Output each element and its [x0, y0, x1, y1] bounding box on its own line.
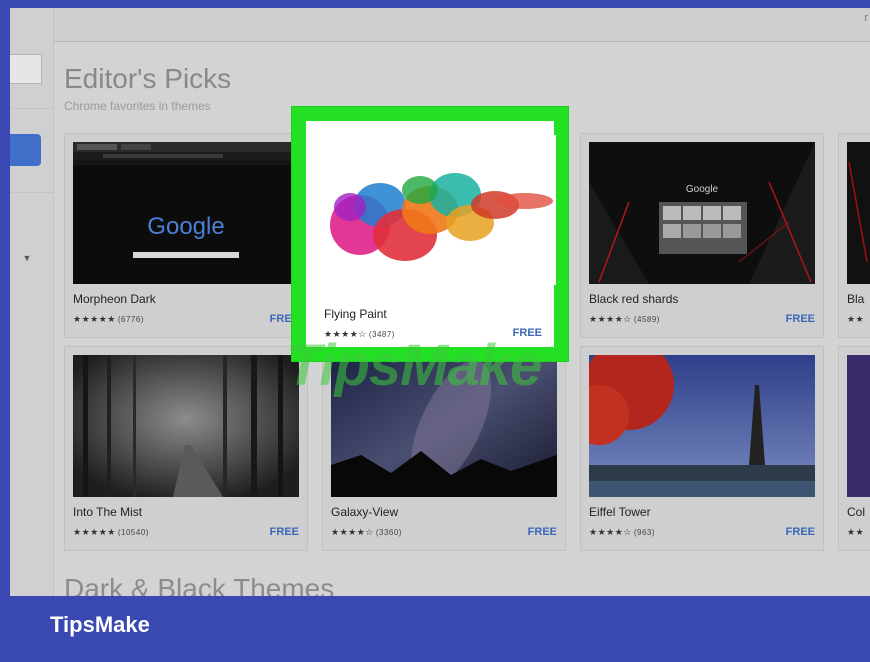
- rating-stars: ★★★★☆ (3360): [331, 527, 402, 537]
- rating-stars: ★★★★★ (6776): [73, 314, 144, 324]
- sidebar-search-input[interactable]: [10, 54, 42, 84]
- theme-name: Into The Mist: [73, 505, 143, 519]
- theme-thumbnail: [589, 355, 815, 497]
- brand-bar: TipsMake: [0, 596, 870, 662]
- theme-card-into-the-mist[interactable]: Into The Mist ★★★★★ (10540) FREE: [64, 346, 308, 551]
- section-title: Editor's Picks: [64, 63, 232, 94]
- theme-name: Galaxy-View: [331, 505, 399, 519]
- theme-thumbnail: Google: [73, 142, 299, 284]
- rating-count: (3360): [375, 528, 402, 537]
- theme-card-black-red-shards[interactable]: Google Black red shards ★★★★☆ (4589) FREE: [580, 133, 824, 338]
- main-content: Editor's Picks Chrome favorites in theme…: [54, 43, 870, 596]
- theme-name: Bla: [847, 292, 865, 306]
- brand-logo-text: TipsMake: [50, 612, 150, 637]
- theme-thumbnail: [320, 135, 556, 285]
- corner-mark: r: [864, 12, 868, 24]
- theme-thumbnail: [73, 355, 299, 497]
- google-logo: Google: [147, 213, 224, 240]
- theme-card-flying-paint[interactable]: Flying Paint ★★★★☆ (3487) FREE: [292, 107, 568, 361]
- theme-card-partial[interactable]: Bla ★★: [838, 133, 870, 338]
- rating-stars: ★★★★★ (10540): [73, 527, 149, 537]
- section-title: Dark & Black Themes: [64, 573, 335, 596]
- theme-thumbnail: Google: [589, 142, 815, 284]
- free-price-label[interactable]: FREE: [786, 313, 815, 325]
- free-price-label[interactable]: FREE: [270, 526, 299, 538]
- watermark: TipsMake: [286, 333, 542, 398]
- free-price-label[interactable]: FREE: [528, 526, 557, 538]
- web-store-screen: ▼ r Editor's Picks Chrome favorites in t…: [10, 8, 870, 596]
- theme-card-eiffel-tower[interactable]: Eiffel Tower ★★★★☆ (963) FREE: [580, 346, 824, 551]
- rating-count: (6776): [117, 315, 144, 324]
- theme-name: Col: [847, 505, 866, 519]
- google-logo: Google: [686, 184, 719, 195]
- rating-stars: ★★★★☆ (4589): [589, 314, 660, 324]
- sidebar: ▼: [10, 8, 54, 596]
- theme-card-partial[interactable]: Col ★★: [838, 346, 870, 551]
- rating-count: (963): [633, 528, 656, 537]
- top-bar: r: [54, 8, 870, 42]
- theme-thumbnail: [847, 355, 870, 497]
- section-subtitle: Chrome favorites in themes: [64, 99, 211, 113]
- chevron-down-icon[interactable]: ▼: [20, 251, 34, 265]
- sidebar-selected-button[interactable]: [10, 134, 41, 166]
- theme-name: Eiffel Tower: [589, 505, 651, 519]
- divider: [10, 192, 54, 193]
- rating-stars: ★★: [847, 314, 865, 324]
- rating-stars: ★★: [847, 527, 865, 537]
- theme-thumbnail: [847, 142, 870, 284]
- theme-name: Flying Paint: [324, 307, 387, 321]
- free-price-label[interactable]: FREE: [786, 526, 815, 538]
- theme-card-morpheon-dark[interactable]: Google Morpheon Dark ★★★★★ (6776) FREE: [64, 133, 308, 338]
- divider: [10, 108, 54, 109]
- theme-name: Morpheon Dark: [73, 292, 156, 306]
- theme-name: Black red shards: [589, 292, 679, 306]
- rating-count: (10540): [117, 528, 149, 537]
- rating-stars: ★★★★☆ (963): [589, 527, 656, 537]
- rating-count: (4589): [633, 315, 660, 324]
